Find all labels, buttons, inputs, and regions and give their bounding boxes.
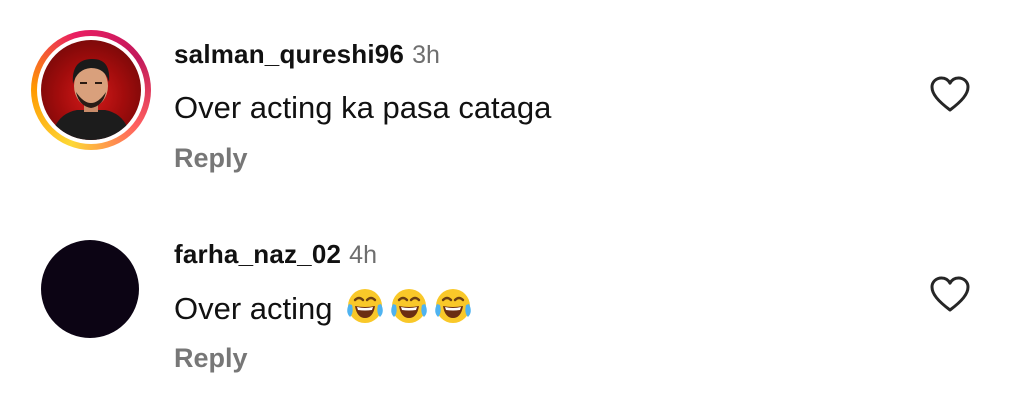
- comment-header: salman_qureshi96 3h: [174, 36, 874, 72]
- comment-timestamp: 4h: [349, 241, 377, 269]
- face-with-tears-of-joy-icon: [390, 289, 427, 323]
- comment-timestamp: 3h: [412, 41, 440, 69]
- like-button[interactable]: [928, 74, 972, 114]
- comment-header: farha_naz_02 4h: [174, 236, 874, 272]
- comment-content: salman_qureshi96 3h Over acting ka pasa c…: [174, 36, 874, 174]
- comment-text: Over acting ka pasa cataga: [174, 90, 552, 125]
- face-with-tears-of-joy-icon: [346, 289, 383, 323]
- comment-item: salman_qureshi96 3h Over acting ka pasa c…: [0, 22, 1024, 202]
- like-button[interactable]: [928, 274, 972, 314]
- avatar-with-story-ring[interactable]: [31, 30, 151, 150]
- face-with-tears-of-joy-icon: [434, 289, 471, 323]
- reply-button[interactable]: Reply: [174, 143, 248, 174]
- comment-item: farha_naz_02 4h Over acting Reply: [0, 222, 1024, 395]
- username[interactable]: salman_qureshi96: [174, 39, 404, 69]
- heart-outline-icon: [930, 76, 970, 112]
- comment-content: farha_naz_02 4h Over acting Reply: [174, 236, 874, 374]
- comment-text-body: Over acting: [174, 291, 333, 326]
- comments-list: salman_qureshi96 3h Over acting ka pasa c…: [0, 0, 1024, 395]
- heart-outline-icon: [930, 276, 970, 312]
- reply-button[interactable]: Reply: [174, 343, 248, 374]
- avatar-portrait: [51, 58, 131, 140]
- username[interactable]: farha_naz_02: [174, 239, 341, 269]
- comment-text: Over acting: [174, 286, 874, 330]
- avatar[interactable]: [41, 240, 139, 338]
- avatar: [41, 40, 141, 140]
